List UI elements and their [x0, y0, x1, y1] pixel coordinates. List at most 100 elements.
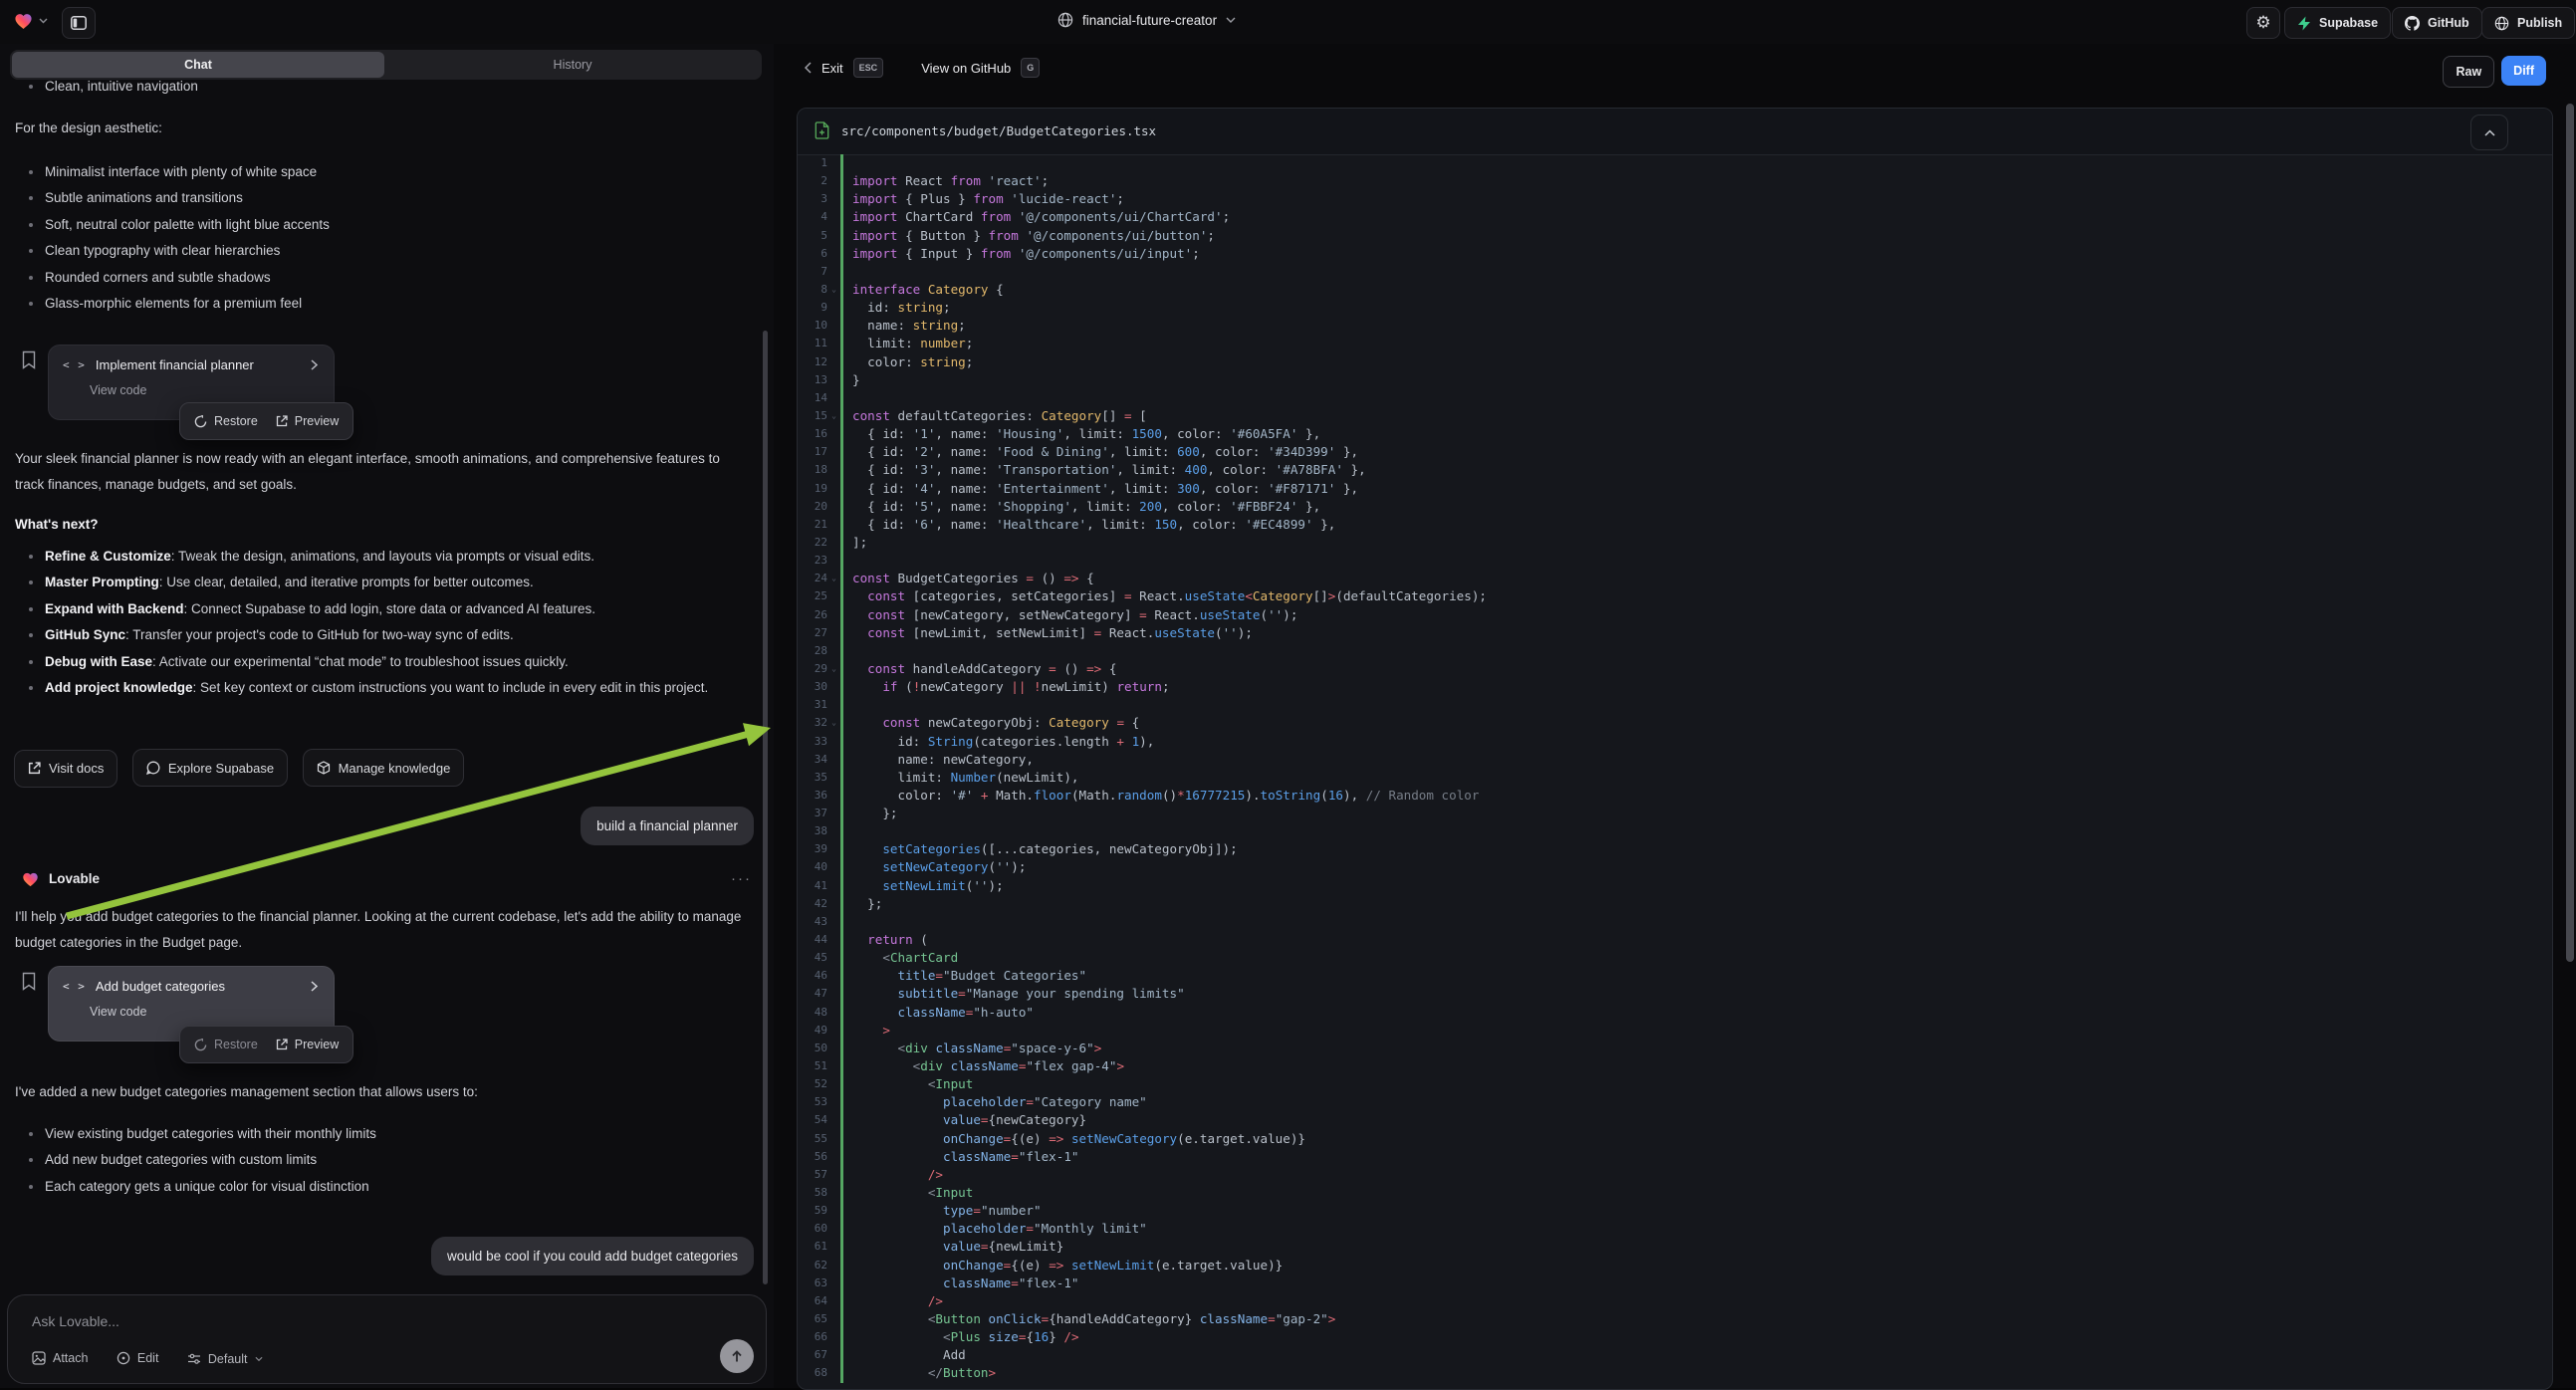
code-line: 36 color: '#' + Math.floor(Math.random()… — [798, 787, 2552, 805]
sidebar-toggle-button[interactable] — [62, 7, 96, 39]
code-line: 40 setNewCategory(''); — [798, 858, 2552, 876]
chevron-left-icon — [805, 62, 812, 74]
code-line: 25 const [categories, setCategories] = R… — [798, 587, 2552, 605]
file-added-icon — [815, 121, 829, 139]
panel-left-icon — [71, 16, 87, 30]
code-line: 11 limit: number; — [798, 335, 2552, 352]
code-line: 19 { id: '4', name: 'Entertainment', lim… — [798, 480, 2552, 498]
version-hover-toolbar: Restore Preview — [179, 1026, 353, 1063]
code-line: 65 <Button onClick={handleAddCategory} c… — [798, 1310, 2552, 1328]
bookmark-icon[interactable] — [22, 350, 36, 369]
chat-bubble-icon — [146, 761, 160, 775]
code-line: 17 { id: '2', name: 'Food & Dining', lim… — [798, 443, 2552, 461]
code-line: 26 const [newCategory, setNewCategory] =… — [798, 606, 2552, 624]
send-button[interactable] — [720, 1339, 754, 1373]
code-line: 45 <ChartCard — [798, 949, 2552, 967]
file-path-bar[interactable]: src/components/budget/BudgetCategories.t… — [798, 109, 2552, 155]
list-item: Master Prompting: Use clear, detailed, a… — [15, 570, 728, 595]
code-line: 1 — [798, 154, 2552, 172]
view-on-github-button[interactable]: View on GitHub — [921, 61, 1011, 76]
code-line: 2import React from 'react'; — [798, 172, 2552, 190]
code-line: 67 Add — [798, 1346, 2552, 1364]
restore-icon — [194, 1039, 207, 1051]
code-line: 54 value={newCategory} — [798, 1111, 2552, 1129]
code-line: 44 return ( — [798, 931, 2552, 949]
visit-docs-button[interactable]: Visit docs — [14, 750, 117, 788]
nav-bullet-list: Clean, intuitive navigation — [15, 74, 198, 100]
code-line: 22]; — [798, 534, 2552, 552]
added-features-list: View existing budget categories with the… — [15, 1121, 376, 1200]
settings-button[interactable]: ⚙ — [2246, 7, 2280, 39]
chevron-down-icon — [39, 18, 48, 24]
assistant-message: I'll help you add budget categories to t… — [15, 904, 747, 956]
image-icon — [32, 1351, 46, 1365]
code-line: 42 }; — [798, 895, 2552, 913]
list-item: Rounded corners and subtle shadows — [15, 265, 330, 291]
assistant-message: Your sleek financial planner is now read… — [15, 446, 736, 498]
diff-toggle-button[interactable]: Diff — [2501, 56, 2546, 86]
project-name: financial-future-creator — [1082, 13, 1217, 28]
user-message-bubble: build a financial planner — [581, 807, 754, 845]
model-selector[interactable]: Default — [187, 1352, 263, 1366]
version-card-title: Implement financial planner — [96, 357, 301, 372]
manage-knowledge-button[interactable]: Manage knowledge — [303, 749, 465, 787]
preview-button[interactable]: Preview — [276, 414, 339, 428]
code-line: 8⌄interface Category { — [798, 281, 2552, 299]
restore-button[interactable]: Restore — [194, 1038, 258, 1051]
edit-mode-button[interactable]: Edit — [117, 1351, 159, 1365]
code-line: 21 { id: '6', name: 'Healthcare', limit:… — [798, 516, 2552, 534]
raw-toggle-button[interactable]: Raw — [2443, 56, 2494, 88]
code-line: 12 color: string; — [798, 353, 2552, 371]
chat-scrollbar[interactable] — [763, 331, 768, 1284]
bookmark-icon[interactable] — [22, 972, 36, 991]
code-line: 7 — [798, 263, 2552, 281]
supabase-button[interactable]: Supabase — [2284, 7, 2391, 39]
code-line: 64 /> — [798, 1292, 2552, 1310]
design-heading: For the design aesthetic: — [15, 116, 162, 141]
view-code-link[interactable]: View code — [90, 1005, 146, 1019]
globe-icon — [2494, 16, 2509, 31]
chevron-right-icon — [311, 359, 318, 370]
restore-button[interactable]: Restore — [194, 414, 258, 428]
list-item: Soft, neutral color palette with light b… — [15, 212, 330, 238]
chat-composer[interactable]: Ask Lovable... Attach Edit Default — [7, 1294, 767, 1384]
file-path: src/components/budget/BudgetCategories.t… — [841, 123, 1156, 138]
view-code-link[interactable]: View code — [90, 383, 146, 397]
code-line: 68 </Button> — [798, 1364, 2552, 1382]
code-scrollbar[interactable] — [2566, 104, 2574, 962]
whats-next-list: Refine & Customize: Tweak the design, an… — [15, 544, 728, 701]
exit-button[interactable]: Exit — [821, 61, 843, 76]
external-link-icon — [28, 762, 41, 775]
list-item: Clean, intuitive navigation — [15, 74, 198, 100]
code-line: 56 className="flex-1" — [798, 1148, 2552, 1166]
code-line: 34 name: newCategory, — [798, 751, 2552, 769]
version-card-title: Add budget categories — [96, 979, 301, 994]
code-line: 24⌄const BudgetCategories = () => { — [798, 570, 2552, 587]
github-button[interactable]: GitHub — [2392, 7, 2482, 39]
design-bullet-list: Minimalist interface with plenty of whit… — [15, 159, 330, 317]
code-editor[interactable]: 12import React from 'react';3import { Pl… — [798, 154, 2552, 1389]
code-line: 16 { id: '1', name: 'Housing', limit: 15… — [798, 425, 2552, 443]
preview-button[interactable]: Preview — [276, 1038, 339, 1051]
project-switcher[interactable]: financial-future-creator — [1057, 12, 1236, 28]
lovable-heart-icon — [22, 871, 39, 887]
package-icon — [317, 761, 331, 775]
publish-button[interactable]: Publish — [2481, 7, 2575, 39]
supabase-icon — [2297, 16, 2311, 31]
list-item: Each category gets a unique color for vi… — [15, 1174, 376, 1200]
collapse-file-button[interactable] — [2470, 115, 2508, 150]
tab-history[interactable]: History — [386, 52, 759, 78]
code-line: 53 placeholder="Category name" — [798, 1093, 2552, 1111]
suggestion-buttons-row: Visit docs Explore Supabase Manage knowl… — [14, 749, 474, 788]
attach-button[interactable]: Attach — [32, 1351, 88, 1365]
explore-supabase-button[interactable]: Explore Supabase — [132, 749, 288, 787]
lovable-heart-icon — [14, 12, 33, 30]
code-icon: < > — [63, 980, 86, 993]
message-menu-button[interactable]: ··· — [731, 870, 752, 887]
code-line: 43 — [798, 913, 2552, 931]
code-line: 62 onChange={(e) => setNewLimit(e.target… — [798, 1257, 2552, 1274]
lovable-menu-button[interactable] — [14, 12, 48, 30]
user-message-bubble: would be cool if you could add budget ca… — [431, 1237, 754, 1275]
code-line: 51 <div className="flex gap-4"> — [798, 1057, 2552, 1075]
chat-input[interactable]: Ask Lovable... — [32, 1313, 119, 1329]
